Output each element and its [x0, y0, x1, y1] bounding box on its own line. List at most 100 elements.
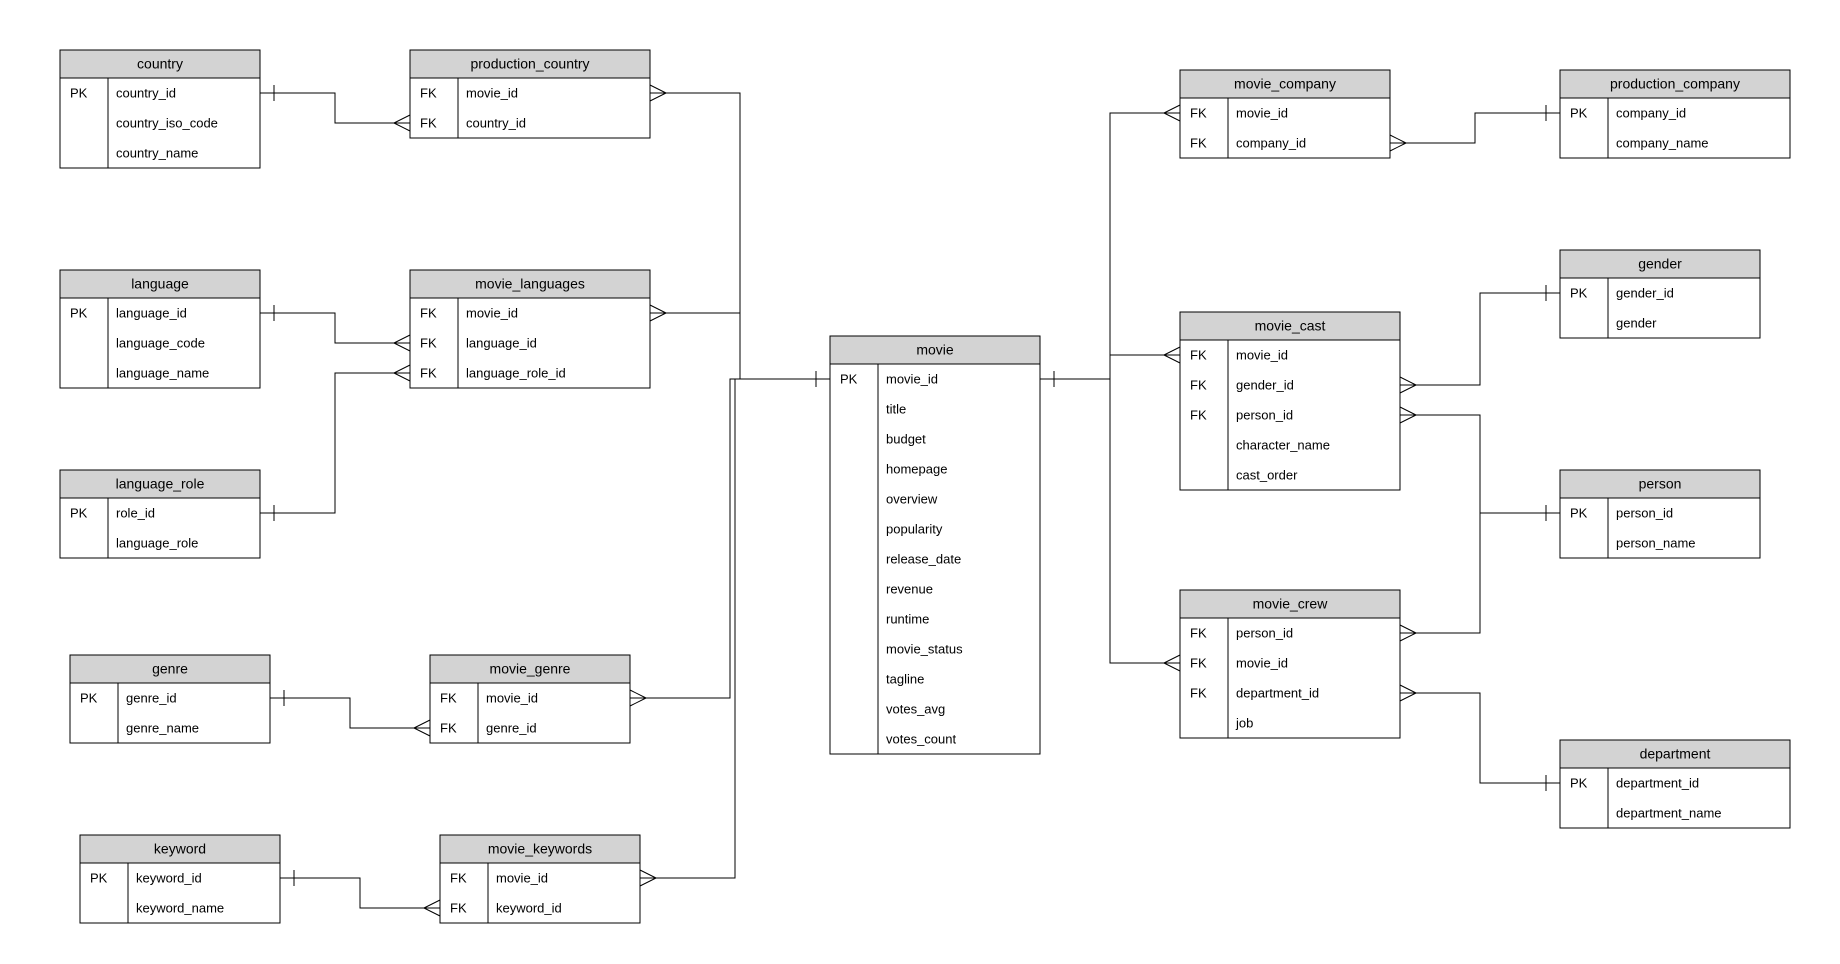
key-type: PK	[90, 870, 108, 885]
column-name: movie_id	[886, 371, 938, 386]
entity-keyword: keywordPKkeyword_idkeyword_name	[80, 835, 280, 923]
key-type: FK	[1190, 685, 1207, 700]
relationship-line	[640, 379, 830, 878]
entity-gender: genderPKgender_idgender	[1560, 250, 1760, 338]
key-type: FK	[1190, 407, 1207, 422]
column-name: person_id	[1236, 625, 1293, 640]
column-name: genre_name	[126, 720, 199, 735]
key-type: FK	[1190, 105, 1207, 120]
entity-title: language	[131, 276, 189, 292]
column-name: movie_id	[496, 870, 548, 885]
column-name: person_name	[1616, 535, 1696, 550]
entity-title: country	[137, 56, 183, 72]
column-name: movie_id	[1236, 655, 1288, 670]
crow-foot	[1400, 633, 1416, 641]
column-name: cast_order	[1236, 467, 1298, 482]
crow-foot	[1164, 655, 1180, 663]
crow-foot	[650, 85, 666, 93]
key-type: PK	[1570, 505, 1588, 520]
column-name: company_name	[1616, 135, 1709, 150]
crow-foot	[1400, 407, 1416, 415]
column-name: person_id	[1616, 505, 1673, 520]
crow-foot	[1400, 685, 1416, 693]
column-name: gender_id	[1616, 285, 1674, 300]
column-name: country_id	[466, 115, 526, 130]
relationship-line	[260, 373, 410, 513]
column-name: movie_status	[886, 641, 963, 656]
entity-person: personPKperson_idperson_name	[1560, 470, 1760, 558]
column-name: department_id	[1616, 775, 1699, 790]
entity-title: movie_company	[1234, 76, 1336, 92]
column-name: genre_id	[126, 690, 177, 705]
relationship-line	[1040, 355, 1180, 379]
entity-title: keyword	[154, 841, 206, 857]
key-type: PK	[70, 505, 88, 520]
column-name: job	[1235, 715, 1253, 730]
entity-movie_keywords: movie_keywordsFKmovie_idFKkeyword_id	[440, 835, 640, 923]
crow-foot	[1390, 135, 1406, 143]
crow-foot	[394, 335, 410, 343]
crow-foot	[1400, 693, 1416, 701]
crow-foot	[640, 878, 656, 886]
entity-title: production_country	[470, 56, 589, 72]
entity-movie: moviePKmovie_idtitlebudgethomepageovervi…	[830, 336, 1040, 754]
crow-foot	[394, 123, 410, 131]
key-type: FK	[1190, 347, 1207, 362]
column-name: tagline	[886, 671, 924, 686]
column-name: department_name	[1616, 805, 1722, 820]
entity-production_country: production_countryFKmovie_idFKcountry_id	[410, 50, 650, 138]
entity-movie_company: movie_companyFKmovie_idFKcompany_id	[1180, 70, 1390, 158]
key-type: FK	[1190, 135, 1207, 150]
entity-title: movie_genre	[490, 661, 571, 677]
column-name: language_name	[116, 365, 209, 380]
column-name: popularity	[886, 521, 943, 536]
column-name: movie_id	[1236, 347, 1288, 362]
crow-foot	[1400, 625, 1416, 633]
entity-title: production_company	[1610, 76, 1740, 92]
key-type: PK	[70, 85, 88, 100]
relationship-line	[270, 698, 430, 728]
column-name: language_role_id	[466, 365, 566, 380]
entity-title: movie_keywords	[488, 841, 592, 857]
column-name: release_date	[886, 551, 961, 566]
entity-movie_cast: movie_castFKmovie_idFKgender_idFKperson_…	[1180, 312, 1400, 490]
column-name: character_name	[1236, 437, 1330, 452]
entity-movie_languages: movie_languagesFKmovie_idFKlanguage_idFK…	[410, 270, 650, 388]
crow-foot	[1164, 113, 1180, 121]
entity-production_company: production_companyPKcompany_idcompany_na…	[1560, 70, 1790, 158]
entity-title: movie_crew	[1253, 596, 1329, 612]
column-name: homepage	[886, 461, 947, 476]
column-name: country_id	[116, 85, 176, 100]
column-name: keyword_id	[136, 870, 202, 885]
entity-department: departmentPKdepartment_iddepartment_name	[1560, 740, 1790, 828]
key-type: FK	[440, 720, 457, 735]
column-name: country_iso_code	[116, 115, 218, 130]
relationship-line	[1390, 113, 1560, 143]
key-type: FK	[420, 335, 437, 350]
column-name: country_name	[116, 145, 198, 160]
column-name: language_code	[116, 335, 205, 350]
crow-foot	[1400, 385, 1416, 393]
column-name: movie_id	[466, 85, 518, 100]
key-type: FK	[420, 85, 437, 100]
key-type: FK	[1190, 655, 1207, 670]
relationship-line	[630, 379, 830, 698]
crow-foot	[394, 115, 410, 123]
key-type: PK	[1570, 285, 1588, 300]
relationship-line	[260, 313, 410, 343]
crow-foot	[424, 900, 440, 908]
entity-language_role: language_rolePKrole_idlanguage_role	[60, 470, 260, 558]
column-name: votes_avg	[886, 701, 945, 716]
column-name: keyword_id	[496, 900, 562, 915]
column-name: department_id	[1236, 685, 1319, 700]
column-name: overview	[886, 491, 938, 506]
crow-foot	[650, 313, 666, 321]
column-name: runtime	[886, 611, 929, 626]
relationship-line	[280, 878, 440, 908]
entity-title: movie	[916, 342, 954, 358]
column-name: gender_id	[1236, 377, 1294, 392]
key-type: FK	[1190, 377, 1207, 392]
column-name: movie_id	[1236, 105, 1288, 120]
key-type: FK	[420, 305, 437, 320]
crow-foot	[1390, 143, 1406, 151]
